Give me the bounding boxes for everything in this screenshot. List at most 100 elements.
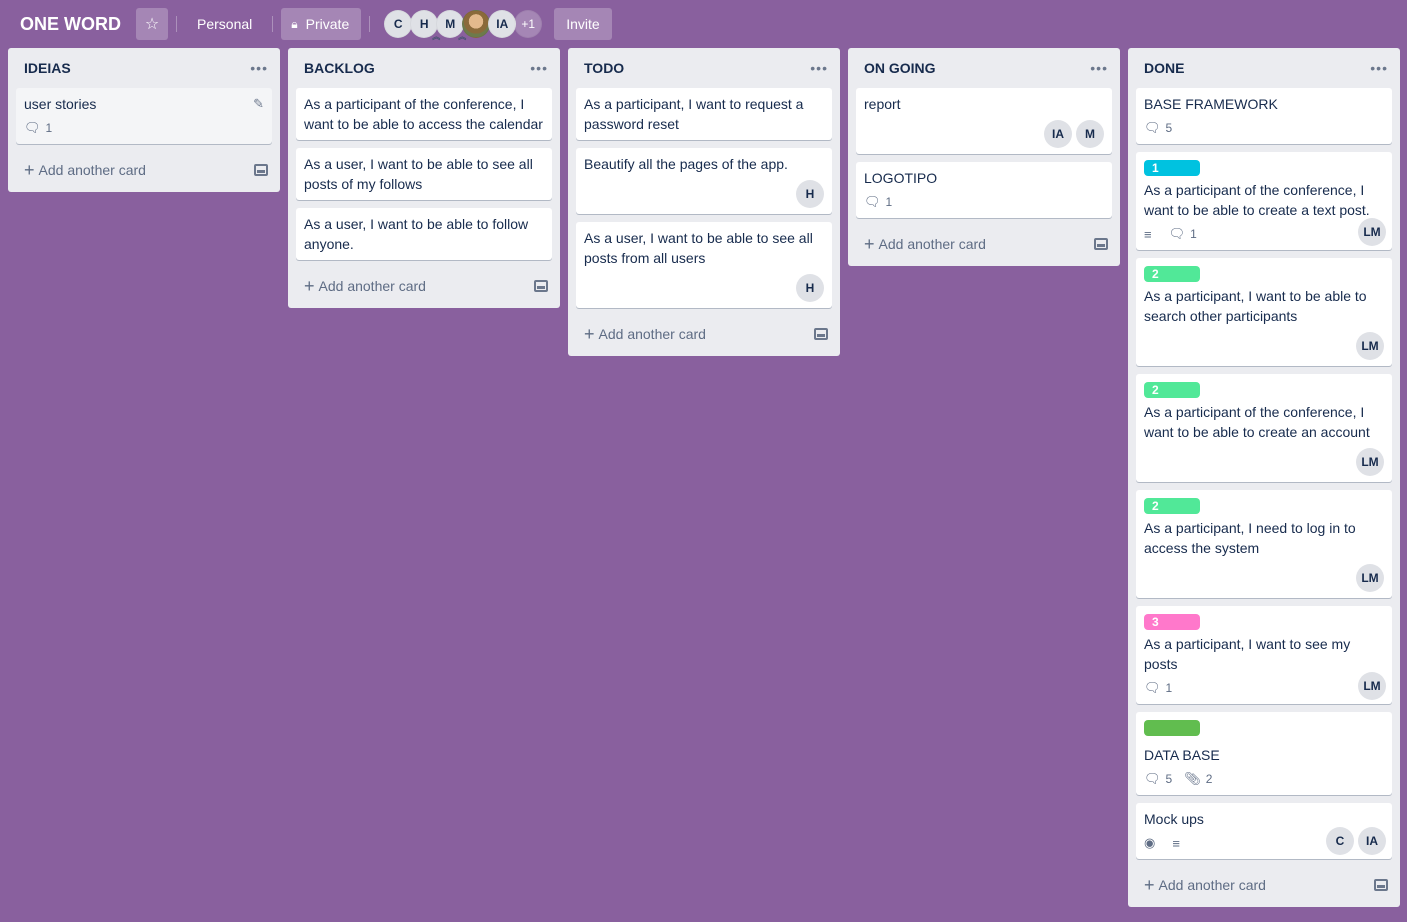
admin-chevron-icon: ︽ — [458, 32, 467, 41]
card-label[interactable]: 2 — [1144, 382, 1200, 398]
card-list: BASE FRAMEWORK 🗨︎ 5 1 As a participant of th… — [1128, 88, 1400, 859]
list-title[interactable]: DONE — [1144, 60, 1184, 76]
member-initials: H — [419, 17, 429, 31]
card[interactable]: Mock ups ◉ ≡ C IA — [1136, 803, 1392, 859]
list-header: ON GOING ••• — [848, 48, 1120, 88]
card-title: As a user, I want to be able to see all … — [304, 156, 533, 192]
card[interactable]: DATA BASE 🗨︎ 5 📎︎ 2 — [1136, 712, 1392, 795]
card-label[interactable]: 3 — [1144, 614, 1200, 630]
card[interactable]: Beautify all the pages of the app. H — [576, 148, 832, 214]
member-avatar[interactable]: LM — [1356, 448, 1384, 476]
member-avatar[interactable]: IA — [1044, 120, 1072, 148]
card-badges: 🗨︎ 1 — [24, 118, 264, 138]
card-template-icon[interactable] — [534, 280, 548, 292]
member-avatar[interactable]: H ︽ — [410, 10, 441, 41]
card-template-icon[interactable] — [1094, 238, 1108, 250]
member-avatar[interactable]: C — [1326, 827, 1354, 855]
card[interactable]: report IA M — [856, 88, 1112, 154]
comment-count: 5 — [1165, 121, 1173, 135]
admin-chevron-icon: ︽ — [432, 32, 441, 41]
member-avatar[interactable]: LM — [1356, 564, 1384, 592]
member-avatar[interactable]: H — [796, 180, 824, 208]
add-card-button[interactable]: + Add another card — [1128, 867, 1400, 903]
card-template-icon[interactable] — [1374, 879, 1388, 891]
card-label[interactable]: 1 — [1144, 160, 1200, 176]
card-label[interactable] — [1144, 720, 1200, 736]
card[interactable]: As a user, I want to be able to see all … — [576, 222, 832, 308]
card[interactable]: As a participant, I want to request a pa… — [576, 88, 832, 140]
add-card-button[interactable]: + Add another card — [568, 316, 840, 352]
plus-icon: + — [864, 233, 875, 254]
member-avatar[interactable]: IA — [488, 10, 517, 38]
card-members: H — [584, 274, 824, 302]
card-template-icon[interactable] — [814, 328, 828, 340]
member-avatar[interactable]: IA — [1358, 827, 1386, 855]
comment-count: 1 — [1165, 681, 1173, 695]
member-avatar-photo[interactable] — [462, 10, 491, 38]
list-title[interactable]: IDEIAS — [24, 60, 71, 76]
add-card-button[interactable]: + Add another card — [8, 152, 280, 188]
plus-icon: + — [304, 275, 315, 296]
description-badge: ≡ — [1172, 836, 1185, 851]
list-title[interactable]: ON GOING — [864, 60, 936, 76]
list-menu-icon[interactable]: ••• — [530, 60, 548, 76]
invite-button[interactable]: Invite — [554, 8, 612, 40]
card-members: LM — [1354, 672, 1386, 700]
visibility-button[interactable]: 🔒︎ Private — [281, 8, 362, 40]
member-avatar[interactable]: M ︽ — [436, 10, 467, 41]
comments-badge: 🗨︎ 1 — [24, 120, 52, 136]
card-members: IA M — [864, 120, 1104, 148]
list-menu-icon[interactable]: ••• — [1090, 60, 1108, 76]
card[interactable]: As a user, I want to be able to see all … — [296, 148, 552, 200]
member-avatar[interactable]: M — [1076, 120, 1104, 148]
lock-icon: 🔒︎ — [291, 16, 298, 31]
edit-pencil-icon[interactable]: ✎ — [253, 96, 264, 112]
member-avatar[interactable]: LM — [1358, 218, 1386, 246]
card-template-icon[interactable] — [254, 164, 268, 176]
list-menu-icon[interactable]: ••• — [810, 60, 828, 76]
add-card-label: Add another card — [598, 326, 706, 342]
board-title[interactable]: ONE WORD — [12, 8, 129, 40]
card[interactable]: As a participant of the conference, I wa… — [296, 88, 552, 140]
card-badges: 🗨︎ 1 — [1144, 678, 1384, 698]
list-header: BACKLOG ••• — [288, 48, 560, 88]
add-card-button[interactable]: + Add another card — [848, 226, 1120, 262]
card[interactable]: 1 As a participant of the conference, I w… — [1136, 152, 1392, 250]
comment-icon: 🗨︎ — [1144, 771, 1161, 786]
member-initials: M — [445, 17, 456, 31]
attachments-badge: 📎︎ 2 — [1184, 771, 1212, 787]
card-title: As a participant of the conference, I wa… — [1144, 182, 1370, 218]
member-avatar[interactable]: H — [796, 274, 824, 302]
add-card-label: Add another card — [878, 236, 986, 252]
card[interactable]: 2 As a participant, I want to be able to … — [1136, 258, 1392, 366]
card[interactable]: 2 As a participant of the conference, I w… — [1136, 374, 1392, 482]
card-list: user stories ✎ 🗨︎ 1 — [8, 88, 280, 144]
member-avatar[interactable]: LM — [1358, 672, 1386, 700]
member-avatar[interactable]: LM — [1356, 332, 1384, 360]
card-title: BASE FRAMEWORK — [1144, 96, 1278, 112]
add-card-button[interactable]: + Add another card — [288, 268, 560, 304]
plus-icon: + — [584, 323, 595, 344]
list-title[interactable]: BACKLOG — [304, 60, 375, 76]
card[interactable]: user stories ✎ 🗨︎ 1 — [16, 88, 272, 144]
workspace-button[interactable]: Personal — [185, 8, 264, 40]
card[interactable]: As a user, I want to be able to follow a… — [296, 208, 552, 260]
card[interactable]: 3 As a participant, I want to see my post… — [1136, 606, 1392, 704]
card-label[interactable]: 2 — [1144, 266, 1200, 282]
card[interactable]: LOGOTIPO 🗨︎ 1 — [856, 162, 1112, 218]
member-initials: C — [393, 17, 403, 31]
card-badges: 🗨︎ 5 📎︎ 2 — [1144, 769, 1384, 789]
more-members-button[interactable]: +1 — [514, 10, 543, 38]
member-avatar[interactable]: C — [384, 10, 413, 38]
board-header: ONE WORD ☆ Personal 🔒︎ Private C H ︽ M ︽ I… — [0, 0, 1407, 48]
header-divider — [272, 16, 274, 32]
star-board-button[interactable]: ☆ — [136, 8, 168, 40]
list-menu-icon[interactable]: ••• — [250, 60, 268, 76]
list-title[interactable]: TODO — [584, 60, 624, 76]
card-label[interactable]: 2 — [1144, 498, 1200, 514]
list-menu-icon[interactable]: ••• — [1370, 60, 1388, 76]
card[interactable]: BASE FRAMEWORK 🗨︎ 5 — [1136, 88, 1392, 144]
star-icon: ☆ — [144, 16, 160, 33]
add-card-label: Add another card — [38, 162, 146, 178]
card[interactable]: 2 As a participant, I need to log in to a… — [1136, 490, 1392, 598]
